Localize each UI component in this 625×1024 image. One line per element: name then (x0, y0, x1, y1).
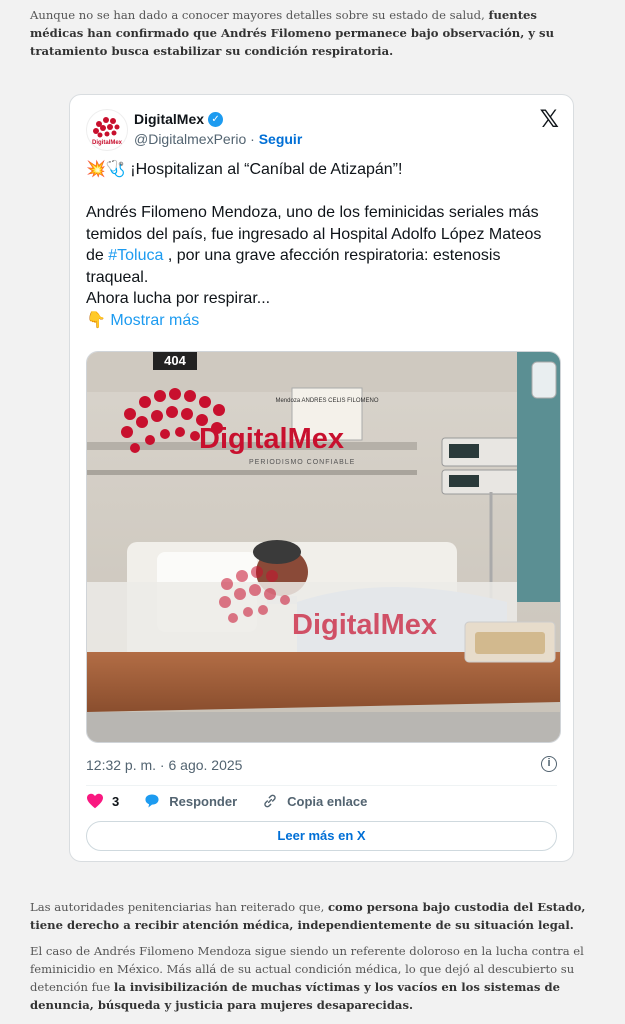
article-paragraph-3: El caso de Andrés Filomeno Mendoza sigue… (30, 942, 590, 1014)
link-icon (264, 794, 276, 808)
tweet-actions: 3 Responder Copia enlace (86, 793, 367, 809)
heart-icon (87, 793, 103, 809)
paragraph-text: Las autoridades penitenciarias han reite… (30, 900, 328, 914)
watermark-text-2: DigitalMex (292, 609, 437, 641)
hashtag-link[interactable]: #Toluca (108, 247, 163, 264)
info-icon[interactable]: i (541, 756, 557, 772)
article-paragraph-1: Aunque no se han dado a conocer mayores … (30, 6, 590, 60)
tweet-text: 💥🩺 ¡Hospitalizan al “Caníbal de Atizapán… (86, 159, 556, 331)
tweet-timestamp[interactable]: 12:32 p. m. · 6 ago. 2025 (86, 757, 242, 773)
wall-note: Mendoza ANDRES CELIS FILOMENO (275, 398, 378, 404)
pointing-down-icon: 👇 (86, 311, 106, 329)
author-handle-row: @DigitalmexPerio · Seguir (134, 131, 302, 147)
hospital-photo: 404 Mendoza ANDRES CELIS FILOMENO Digita… (87, 352, 560, 742)
divider (86, 785, 557, 786)
article-paragraph-2: Las autoridades penitenciarias han reite… (30, 898, 590, 934)
reply-label: Responder (169, 793, 238, 809)
like-count: 3 (112, 793, 120, 809)
read-more-on-x-button[interactable]: Leer más en X (86, 821, 557, 851)
digitalmex-logo-icon: DigitalMex (92, 117, 123, 146)
follow-button[interactable]: Seguir (259, 131, 303, 147)
reply-bubble-icon (145, 794, 159, 808)
room-number: 404 (164, 353, 186, 368)
verified-badge-icon: ✓ (208, 111, 224, 127)
separator: · (246, 131, 259, 147)
watermark-text: DigitalMex (199, 423, 344, 455)
avatar[interactable]: DigitalMex (86, 109, 128, 151)
like-button[interactable]: 3 (86, 793, 119, 809)
copy-link-button[interactable]: Copia enlace (261, 793, 367, 809)
paragraph-text: Aunque no se han dado a conocer mayores … (30, 8, 489, 22)
watermark-subtitle: PERIODISMO CONFIABLE (249, 459, 355, 466)
embedded-tweet: DigitalMex DigitalMex ✓ @DigitalmexPerio… (69, 94, 574, 862)
author-name[interactable]: DigitalMex ✓ (134, 111, 224, 127)
show-more-link[interactable]: Mostrar más (110, 312, 199, 329)
author-handle[interactable]: @DigitalmexPerio (134, 131, 246, 147)
svg-text:DigitalMex: DigitalMex (92, 140, 123, 146)
tweet-headline: 💥🩺 ¡Hospitalizan al “Caníbal de Atizapán… (86, 161, 403, 178)
tweet-photo[interactable]: 404 Mendoza ANDRES CELIS FILOMENO Digita… (86, 351, 561, 743)
copy-link-label: Copia enlace (287, 793, 368, 809)
reply-button[interactable]: Responder (143, 793, 237, 809)
x-logo-icon[interactable]: 𝕏 (540, 105, 559, 134)
author-name-text[interactable]: DigitalMex (134, 111, 204, 127)
